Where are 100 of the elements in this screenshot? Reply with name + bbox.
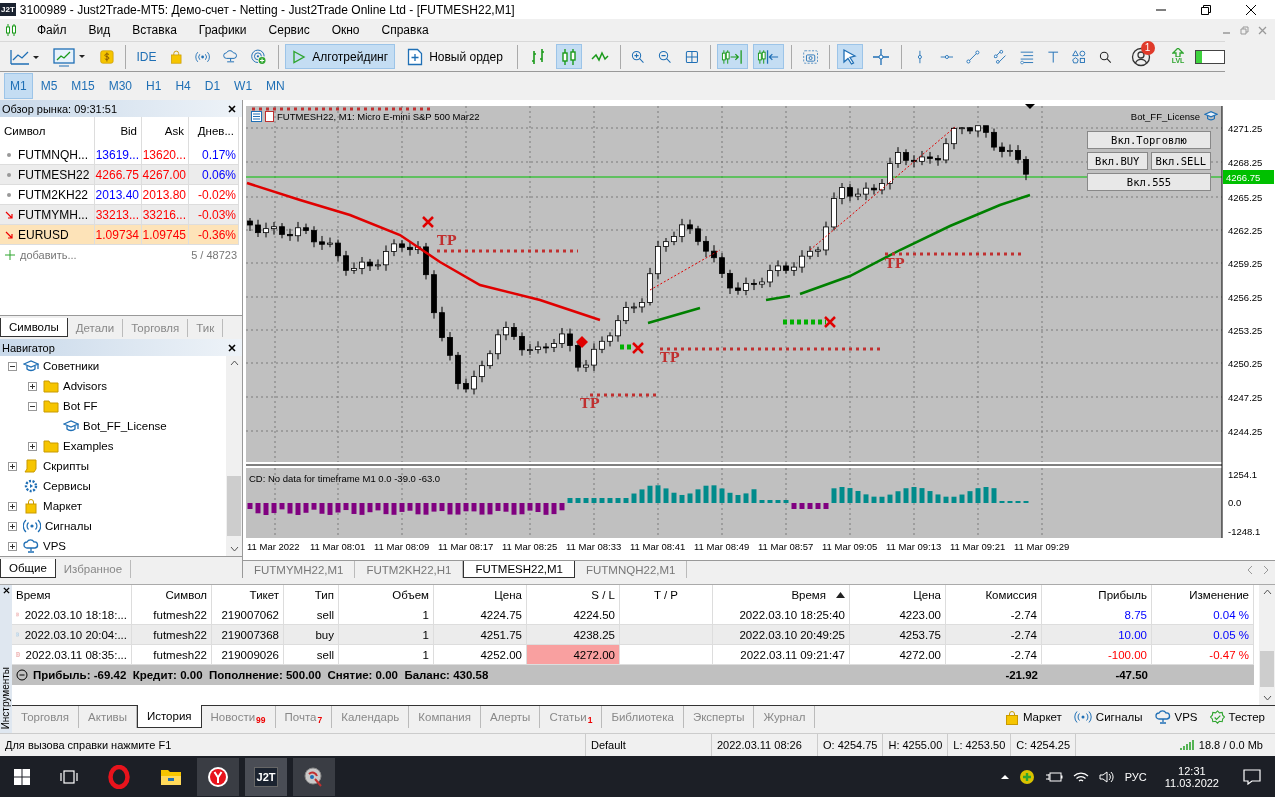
symbol-row[interactable]: FUTMYMH... 33213... 33216... -0.03% — [0, 205, 242, 225]
panel-tab[interactable]: Почта$_{7}$ — [275, 706, 333, 728]
chart-caption: FUTMESH22, M1: Micro E-mini S&P 500 Mar22 — [277, 111, 480, 122]
panel-tab[interactable]: История — [136, 705, 202, 728]
chart-tab[interactable]: FUTMESH22,M1 — [463, 561, 575, 578]
ask-cell: 1.09745 — [142, 225, 189, 245]
panel-tab[interactable]: Новости$_{99}$ — [201, 706, 276, 728]
column-header[interactable]: Цена — [850, 585, 946, 605]
take-profit-label: TP — [660, 350, 680, 365]
menu-item[interactable]: Справка — [370, 23, 440, 37]
app-logo[interactable]: J2T — [253, 766, 279, 787]
language-indicator[interactable]: РУС — [1124, 770, 1147, 783]
ide-button[interactable]: IDE — [132, 44, 161, 69]
panel-tab[interactable]: Общие — [0, 559, 56, 578]
take-profit-label: TP — [437, 233, 457, 248]
timeframe-button[interactable]: H4 — [169, 73, 197, 99]
bid-cell: 1.09734 — [95, 225, 142, 245]
timeframe-button[interactable]: D1 — [198, 73, 227, 99]
table-cell: 4238.25 — [527, 625, 620, 645]
navigator-item[interactable]: Скрипты — [43, 460, 89, 472]
indicator-scale-label: 1254.1 — [1228, 469, 1258, 480]
column-header[interactable]: Прибыль — [1042, 585, 1152, 605]
column-header[interactable]: Изменение — [1152, 585, 1254, 605]
toolbox-link[interactable]: VPS — [1154, 710, 1198, 724]
column-header[interactable]: Bid — [95, 117, 142, 145]
column-header[interactable]: Тип — [284, 585, 339, 605]
menu-item[interactable]: Файл — [26, 23, 78, 37]
timeframe-button[interactable]: M15 — [65, 73, 101, 99]
indicator-scale-label: 0.0 — [1228, 497, 1242, 508]
enable-strategy-button[interactable]: Вкл.555 — [1087, 173, 1211, 191]
column-header[interactable]: Днев... — [189, 117, 239, 145]
column-header[interactable]: Символ — [132, 585, 212, 605]
time-label: 11 Mar 08:17 — [438, 541, 494, 552]
enable-sell-button[interactable]: Вкл.SELL — [1150, 152, 1211, 170]
price-label: 4271.25 — [1228, 123, 1263, 134]
time-label: 11 Mar 08:57 — [758, 541, 814, 552]
symbol-row[interactable]: EURUSD 1.09734 1.09745 -0.36% — [0, 225, 242, 245]
change-cell: -0.36% — [189, 225, 239, 245]
timeframe-button[interactable]: H1 — [140, 73, 168, 99]
navigator-item[interactable]: VPS — [43, 540, 66, 552]
timeframe-button[interactable]: W1 — [228, 73, 259, 99]
navigator-item[interactable]: Советники — [43, 360, 100, 372]
current-price-label: 4266.75 — [1226, 172, 1261, 183]
chart-tab[interactable]: FUTMYMH22,M1 — [243, 561, 356, 578]
indicator-scale-label: -1248.1 — [1228, 526, 1261, 537]
navigator-item[interactable]: Examples — [63, 440, 114, 452]
column-header[interactable]: T / P — [620, 585, 713, 605]
table-cell: 4272.00 — [527, 645, 620, 665]
panel-tab[interactable]: Статьи$_{1}$ — [540, 706, 603, 728]
column-header[interactable]: Время — [12, 585, 132, 605]
add-symbol-link[interactable]: добавить... — [5, 249, 77, 261]
chart-tab[interactable]: FUTMNQH22,M1 — [575, 561, 688, 578]
column-header[interactable]: Время — [713, 585, 850, 605]
timeframe-button[interactable]: M5 — [34, 73, 64, 99]
column-header[interactable]: Объем — [339, 585, 434, 605]
expert-name: Bot_FF_License — [1130, 110, 1200, 122]
new-order-button[interactable]: Новый ордер — [400, 44, 510, 69]
navigator-item[interactable]: Маркет — [43, 500, 82, 512]
timeframe-button[interactable]: MN — [260, 73, 291, 99]
total-commission: -21.92 — [946, 665, 1042, 685]
column-header[interactable]: Ask — [142, 117, 189, 145]
enable-buy-button[interactable]: Вкл.BUY — [1087, 152, 1148, 170]
table-cell: 219007368 — [212, 625, 284, 645]
column-header[interactable]: Символ — [0, 117, 95, 145]
timeframe-button[interactable]: M30 — [102, 73, 139, 99]
menu-item[interactable]: Графики — [187, 23, 258, 37]
navigator-item[interactable]: Advisors — [63, 380, 108, 392]
toolbox-link[interactable]: Сигналы — [1073, 711, 1143, 723]
toolbox-link[interactable]: Тестер — [1209, 709, 1265, 725]
column-header[interactable]: S / L — [527, 585, 620, 605]
panel-tab[interactable]: Символы — [0, 318, 68, 337]
clock-time[interactable]: 12:31 — [1178, 764, 1206, 777]
bid-cell: 4266.75 — [95, 165, 142, 185]
navigator-item[interactable]: Bot_FF_License — [83, 420, 167, 432]
timeframe-button[interactable]: M1 — [4, 73, 33, 99]
clock-date[interactable]: 11.03.2022 — [1164, 776, 1219, 789]
symbol-name: FUTM2KH22 — [18, 187, 88, 202]
navigator-item[interactable]: Сигналы — [45, 520, 92, 532]
menu-item[interactable]: Вид — [77, 23, 122, 37]
column-header[interactable]: Комиссия — [946, 585, 1042, 605]
symbol-name: FUTMESH22 — [18, 167, 90, 182]
table-cell: 2022.03.11 08:35:... — [25, 648, 127, 661]
navigator-item[interactable]: Bot FF — [63, 400, 98, 412]
column-header[interactable]: Цена — [434, 585, 527, 605]
menu-item[interactable]: Вставка — [121, 23, 188, 37]
column-header[interactable]: Тикет — [212, 585, 284, 605]
navigator-item[interactable]: Сервисы — [43, 480, 91, 492]
menu-item[interactable]: Окно — [320, 23, 371, 37]
panel-title: Инструменты — [0, 666, 12, 729]
menu-item[interactable]: Сервис — [257, 23, 321, 37]
total-profit: -47.50 — [1042, 665, 1152, 685]
table-cell: buy — [284, 625, 339, 645]
time-label: 11 Mar 08:49 — [694, 541, 750, 552]
table-cell: -2.74 — [946, 625, 1042, 645]
time-label: 11 Mar 2022 — [247, 541, 300, 552]
symbol-row[interactable]: FUTMESH22 4266.75 4267.00 0.06% — [0, 165, 242, 185]
enable-trading-button[interactable]: Вкл.Торговлю — [1087, 131, 1211, 149]
price-label: 4268.25 — [1228, 157, 1263, 168]
toolbox-link[interactable]: Маркет — [1004, 709, 1062, 725]
algo-trading-button[interactable]: Алготрейдинг — [285, 44, 396, 69]
